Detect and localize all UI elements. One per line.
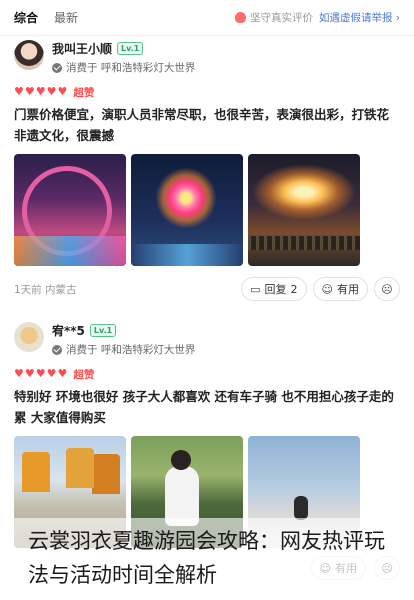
heart-icon: ♥	[24, 367, 35, 380]
review-card: 宥**5 Lv.1 消费于 呼和浩特彩灯大世界 ♥ ♥ ♥ ♥ ♥ 超赞 特别好…	[0, 322, 414, 548]
level-badge: Lv.1	[89, 323, 117, 337]
heart-icon: ♥	[46, 85, 57, 98]
review-photo[interactable]	[14, 154, 126, 266]
heart-icon: ♥	[57, 367, 68, 380]
shield-icon	[234, 12, 246, 23]
consumed-info: 消费于 呼和浩特彩灯大世界	[52, 342, 195, 357]
tab-overall[interactable]: 综合	[14, 9, 38, 26]
avatar[interactable]	[14, 322, 44, 352]
time-location: 1天前 内蒙古	[14, 282, 77, 297]
useful-label: 有用	[337, 283, 359, 296]
heart-icon: ♥	[24, 85, 35, 98]
review-time: 1天前	[14, 283, 42, 296]
review-footer: 1天前 内蒙古 ▭ 回复 2 ☺ 有用 ☹	[14, 276, 400, 302]
user-meta: 宥**5 Lv.1 消费于 呼和浩特彩灯大世界	[52, 322, 195, 357]
reply-button[interactable]: ▭ 回复 2	[241, 277, 307, 301]
consumed-text: 消费于 呼和浩特彩灯大世界	[66, 344, 196, 356]
review-tabs-bar: 综合 最新 坚守真实评价 如遇虚假请举报 ›	[0, 0, 414, 36]
review-photo[interactable]	[131, 154, 243, 266]
username[interactable]: 我叫王小顺	[52, 40, 112, 57]
chat-bubble-icon: ▭	[250, 282, 261, 296]
reply-label: 回复	[264, 283, 287, 296]
rating-word: 超赞	[73, 86, 95, 99]
consumed-text: 消费于 呼和浩特彩灯大世界	[66, 62, 196, 74]
username-line: 宥**5 Lv.1	[52, 322, 195, 338]
user-meta: 我叫王小顺 Lv.1 消费于 呼和浩特彩灯大世界	[52, 40, 195, 75]
rating: ♥ ♥ ♥ ♥ ♥ 超赞	[14, 367, 400, 381]
tab-latest[interactable]: 最新	[54, 9, 78, 26]
report-link[interactable]: 如遇虚假请举报 ›	[319, 10, 400, 25]
heart-icon: ♥	[35, 85, 46, 98]
useful-button[interactable]: ☺ 有用	[312, 277, 368, 301]
heart-icon: ♥	[35, 367, 46, 380]
rating: ♥ ♥ ♥ ♥ ♥ 超赞	[14, 85, 400, 99]
user-row: 我叫王小顺 Lv.1 消费于 呼和浩特彩灯大世界	[14, 40, 400, 78]
authenticity-notice: 坚守真实评价 如遇虚假请举报 ›	[234, 10, 400, 25]
review-card: 我叫王小顺 Lv.1 消费于 呼和浩特彩灯大世界 ♥ ♥ ♥ ♥ ♥ 超赞 门票…	[0, 40, 414, 302]
notice-text: 坚守真实评价	[249, 12, 313, 24]
avatar[interactable]	[14, 40, 44, 70]
user-row: 宥**5 Lv.1 消费于 呼和浩特彩灯大世界	[14, 322, 400, 360]
check-circle-icon	[52, 344, 62, 355]
frown-icon: ☹	[381, 282, 393, 296]
review-text: 特别好 环境也很好 孩子大人都喜欢 还有车子骑 也不用担心孩子走的累 大家值得购…	[14, 389, 394, 425]
heart-icon: ♥	[14, 367, 24, 380]
review-text: 门票价格便宜，演职人员非常尽职，也很辛苦，表演很出彩，打铁花非遗文化，很震撼	[14, 107, 390, 143]
consumed-info: 消费于 呼和浩特彩灯大世界	[52, 60, 195, 75]
heart-icon: ♥	[57, 85, 68, 98]
heart-icon: ♥	[46, 367, 57, 380]
reply-count: 2	[290, 282, 298, 296]
review-photo[interactable]	[248, 154, 360, 266]
level-badge: Lv.1	[117, 41, 144, 55]
article-caption: 云裳羽衣夏趣游园会攻略：网友热评玩法与活动时间全解析	[0, 518, 414, 598]
username[interactable]: 宥**5	[52, 322, 85, 339]
rating-word: 超赞	[73, 368, 95, 381]
check-circle-icon	[52, 62, 62, 73]
smile-icon: ☺	[321, 282, 333, 296]
review-location: 内蒙古	[45, 283, 77, 296]
username-line: 我叫王小顺 Lv.1	[52, 40, 195, 56]
dislike-button[interactable]: ☹	[374, 277, 400, 301]
photo-grid	[14, 154, 400, 266]
heart-icon: ♥	[14, 85, 24, 98]
review-actions: ▭ 回复 2 ☺ 有用 ☹	[241, 277, 400, 301]
